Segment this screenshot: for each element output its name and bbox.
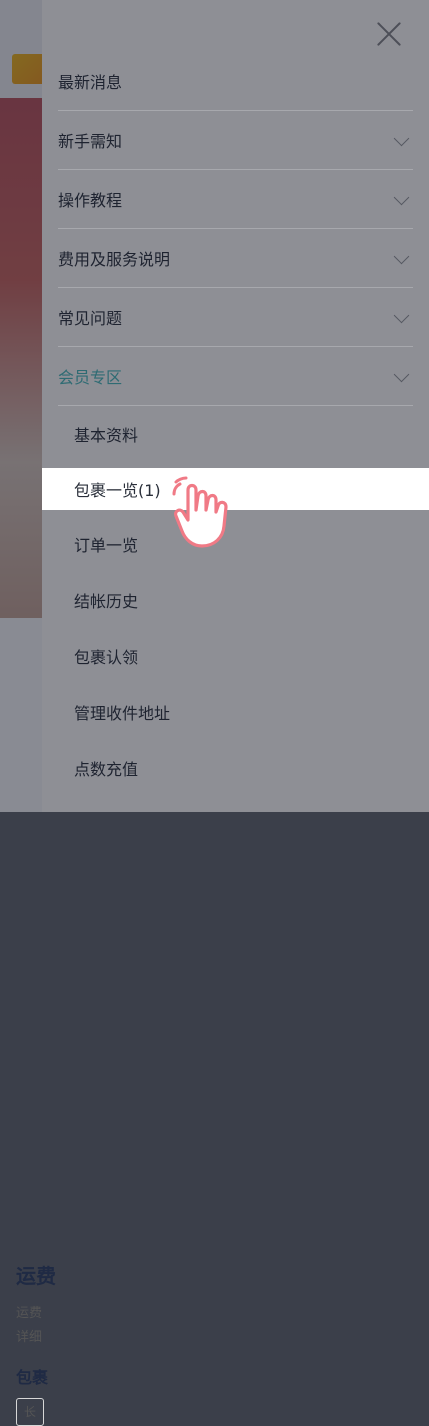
menu-item-beginner-guide[interactable]: 新手需知 (58, 111, 413, 170)
submenu-item-label: 包裹一览(1) (74, 481, 161, 500)
background-chip: 长 (16, 1398, 44, 1426)
menu-item-label: 会员专区 (58, 368, 123, 387)
submenu-item-label: 管理收件地址 (74, 704, 171, 723)
menu-item-label: 费用及服务说明 (58, 250, 171, 269)
chevron-down-icon (393, 307, 410, 323)
menu-item-label: 操作教程 (58, 191, 123, 210)
background-desc-line2: 详细 (16, 1330, 43, 1345)
submenu-item-profile[interactable]: 基本资料 (42, 406, 429, 462)
menu-item-label: 新手需知 (58, 132, 123, 151)
close-icon[interactable] (375, 20, 403, 48)
menu-item-latest-news[interactable]: 最新消息 (58, 52, 413, 111)
member-submenu: 基本资料 包裹一览(1) 订单一览 结帐历史 包裹认领 管理收件地址 点数充值 (42, 406, 429, 796)
chevron-down-icon (393, 366, 410, 382)
drawer-menu: 最新消息 新手需知 操作教程 费用及服务说明 常见问题 会员专区 基本资料 包裹… (42, 52, 429, 796)
side-drawer: 最新消息 新手需知 操作教程 费用及服务说明 常见问题 会员专区 基本资料 包裹… (42, 0, 429, 812)
background-desc-line1: 运费 (16, 1306, 43, 1321)
submenu-item-package-claim[interactable]: 包裹认领 (42, 628, 429, 684)
chevron-down-icon (393, 248, 410, 264)
menu-item-faq[interactable]: 常见问题 (58, 288, 413, 347)
submenu-item-addresses[interactable]: 管理收件地址 (42, 684, 429, 740)
submenu-item-label: 基本资料 (74, 426, 139, 445)
submenu-item-label: 包裹认领 (74, 648, 139, 667)
chevron-down-icon (393, 189, 410, 205)
menu-item-tutorial[interactable]: 操作教程 (58, 170, 413, 229)
background-subtitle: 包裹 (16, 1368, 49, 1387)
hand-pointer-icon (172, 476, 228, 548)
submenu-item-label: 结帐历史 (74, 592, 139, 611)
submenu-item-label: 订单一览 (74, 536, 139, 555)
chevron-down-icon (393, 130, 410, 146)
submenu-item-label: 点数充值 (74, 760, 139, 779)
menu-item-label: 最新消息 (58, 73, 123, 92)
menu-item-member-area[interactable]: 会员专区 (58, 347, 413, 406)
menu-item-fees-services[interactable]: 费用及服务说明 (58, 229, 413, 288)
background-title: 运费 (16, 1264, 56, 1288)
submenu-item-topup[interactable]: 点数充值 (42, 740, 429, 796)
menu-item-label: 常见问题 (58, 309, 123, 328)
submenu-item-billing-history[interactable]: 结帐历史 (42, 572, 429, 628)
